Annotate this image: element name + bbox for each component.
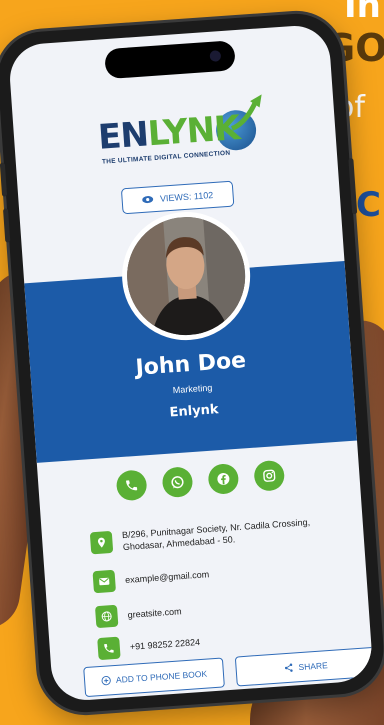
phone-call-button[interactable]: [115, 469, 148, 502]
location-pin-icon: [89, 530, 114, 555]
views-label: VIEWS: 1102: [159, 189, 214, 204]
whatsapp-icon: [171, 476, 184, 489]
email-row[interactable]: example@gmail.com: [92, 563, 210, 594]
plus-circle-icon: [101, 676, 111, 686]
facebook-button[interactable]: [207, 462, 240, 495]
website-text: greatsite.com: [127, 606, 182, 620]
globe-icon: [94, 604, 119, 629]
eye-icon: [142, 196, 154, 204]
instagram-button[interactable]: [253, 459, 286, 492]
share-label: SHARE: [298, 660, 329, 673]
email-text: example@gmail.com: [124, 569, 210, 586]
phone-text: +91 98252 22824: [129, 636, 201, 652]
social-links: [115, 459, 286, 502]
add-to-phone-book-button[interactable]: ADD TO PHONE BOOK: [83, 657, 225, 698]
phone-screen: ENLYNK THE ULTIMATE DIGITAL CONNECTION V…: [7, 23, 374, 703]
enlynk-logo: ENLYNK THE ULTIMATE DIGITAL CONNECTION: [77, 94, 281, 175]
address-row[interactable]: B/296, Punitnagar Society, Nr. Cadila Cr…: [89, 516, 312, 555]
instagram-icon: [263, 469, 276, 482]
address-text: B/296, Punitnagar Society, Nr. Cadila Cr…: [122, 516, 312, 553]
logo-wordmark-part2: LYNK: [146, 108, 241, 155]
facebook-icon: [217, 472, 230, 485]
views-counter: VIEWS: 1102: [120, 180, 235, 215]
dynamic-island: [104, 40, 236, 80]
whatsapp-button[interactable]: [161, 466, 194, 499]
phone-icon: [126, 480, 138, 491]
phone-row[interactable]: +91 98252 22824: [97, 631, 201, 661]
phone-icon: [97, 636, 121, 661]
add-to-phone-book-label: ADD TO PHONE BOOK: [115, 668, 208, 685]
share-icon: [284, 663, 293, 672]
phone-mockup: ENLYNK THE ULTIMATE DIGITAL CONNECTION V…: [0, 0, 384, 725]
profile-photo: [123, 213, 250, 340]
mail-icon: [92, 569, 116, 594]
website-row[interactable]: greatsite.com: [94, 600, 182, 629]
logo-wordmark-part1: EN: [96, 114, 150, 158]
camera-icon: [209, 50, 222, 62]
